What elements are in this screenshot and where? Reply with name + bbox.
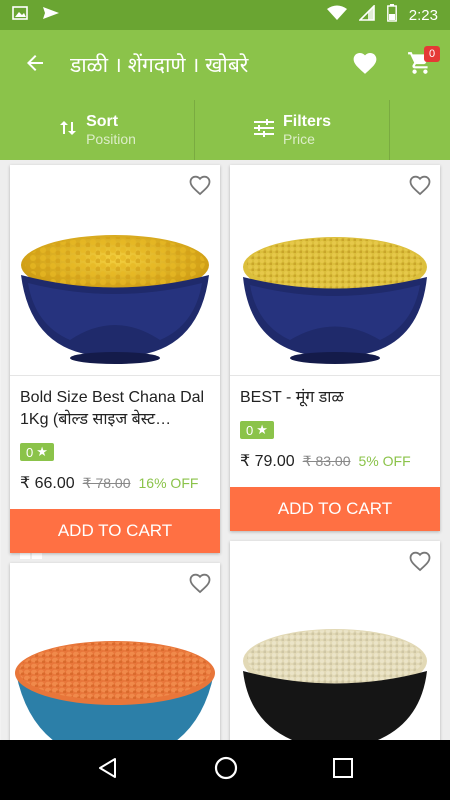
product-image[interactable] [230, 175, 440, 375]
filter-icon [253, 118, 275, 143]
product-price: ₹ 79.00 [240, 453, 295, 470]
send-icon [42, 5, 60, 26]
filters-button[interactable]: Filters Price [195, 100, 390, 160]
product-image[interactable] [10, 175, 220, 375]
sort-label: Sort [86, 113, 119, 130]
add-to-cart-button[interactable]: ADD TO CART [230, 487, 440, 531]
app-bar: डाळी । शेंगदाणे । खोबरे 0 [0, 30, 450, 100]
sort-icon [58, 118, 78, 143]
clock: 2:23 [408, 6, 438, 24]
sort-value: Position [86, 131, 136, 147]
product-name[interactable]: BEST - मूंग डाळ [240, 387, 432, 409]
filter-bar: Sort Position Filters Price [0, 100, 450, 800]
product-image[interactable] [10, 573, 220, 740]
product-mrp: ₹ 78.00 [82, 475, 131, 491]
cart-button[interactable]: 0 [390, 30, 450, 100]
product-image[interactable] [230, 551, 440, 740]
signal-icon [357, 4, 375, 25]
rating-badge: 0 ★ [240, 421, 274, 439]
back-arrow-icon [23, 51, 47, 80]
product-grid: Bold Size Best Chana Dal 1Kg (बोल्ड साइज… [0, 160, 450, 740]
star-icon: ★ [36, 444, 48, 459]
product-card[interactable] [10, 563, 220, 740]
heart-icon [352, 51, 378, 80]
discount-label: 5% OFF [358, 453, 411, 469]
battery-icon [386, 4, 397, 26]
product-name[interactable]: Bold Size Best Chana Dal 1Kg (बोल्ड साइज… [20, 387, 212, 431]
rating-badge: 0 ★ [20, 443, 54, 461]
product-mrp: ₹ 83.00 [302, 453, 351, 469]
filters-value: Price [282, 131, 315, 147]
nav-home-icon[interactable] [213, 755, 239, 786]
nav-back-icon[interactable] [96, 756, 120, 785]
nav-recents-icon[interactable] [332, 757, 354, 784]
filters-label: Filters [282, 113, 331, 130]
back-button[interactable] [0, 30, 70, 100]
system-nav-bar [0, 740, 450, 800]
product-price: ₹ 66.00 [20, 475, 75, 492]
wifi-icon [326, 5, 347, 25]
product-card[interactable] [230, 541, 440, 740]
star-icon: ★ [256, 422, 268, 437]
cart-count-badge: 0 [424, 46, 440, 62]
image-icon [12, 5, 28, 26]
wishlist-button[interactable] [340, 30, 390, 100]
product-card[interactable]: Bold Size Best Chana Dal 1Kg (बोल्ड साइज… [10, 165, 220, 553]
discount-label: 16% OFF [138, 475, 199, 491]
add-to-cart-button[interactable]: ADD TO CART [10, 509, 220, 553]
page-title: डाळी । शेंगदाणे । खोबरे [70, 54, 249, 77]
product-card[interactable]: BEST - मूंग डाळ 0 ★ ₹ 79.00 ₹ 83.00 5% O… [230, 165, 440, 531]
sort-button[interactable]: Sort Position [0, 100, 195, 160]
status-bar: 2:23 [0, 0, 450, 30]
